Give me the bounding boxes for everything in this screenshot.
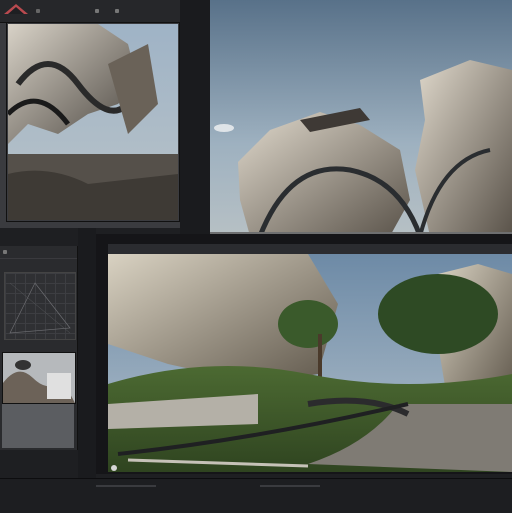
viewport-frame xyxy=(108,244,512,472)
grid-icon[interactable] xyxy=(4,272,76,340)
scene-render[interactable] xyxy=(210,0,512,240)
preview-thumbnail[interactable] xyxy=(2,352,76,404)
window-button-icon[interactable] xyxy=(3,250,7,254)
window-button-icon[interactable] xyxy=(95,9,99,13)
panel-gutter xyxy=(78,228,96,478)
panel-header xyxy=(0,0,210,23)
viewport-top-right[interactable] xyxy=(210,0,512,240)
status-segment xyxy=(96,485,156,487)
viewport-toolbar[interactable] xyxy=(108,244,512,254)
viewport-top-left[interactable] xyxy=(0,0,210,228)
panel-gutter xyxy=(180,0,210,234)
panel-header xyxy=(0,246,77,259)
side-panel[interactable] xyxy=(0,246,78,450)
logo-icon xyxy=(4,4,28,14)
play-icon xyxy=(111,465,117,471)
scene-render[interactable] xyxy=(8,24,178,220)
window-button-icon[interactable] xyxy=(36,9,40,13)
scene-render[interactable] xyxy=(108,254,512,472)
window-button-icon[interactable] xyxy=(115,9,119,13)
properties-area xyxy=(2,404,74,448)
viewport-bottom[interactable] xyxy=(96,234,512,474)
status-segment xyxy=(260,485,320,487)
status-bar xyxy=(0,478,512,513)
